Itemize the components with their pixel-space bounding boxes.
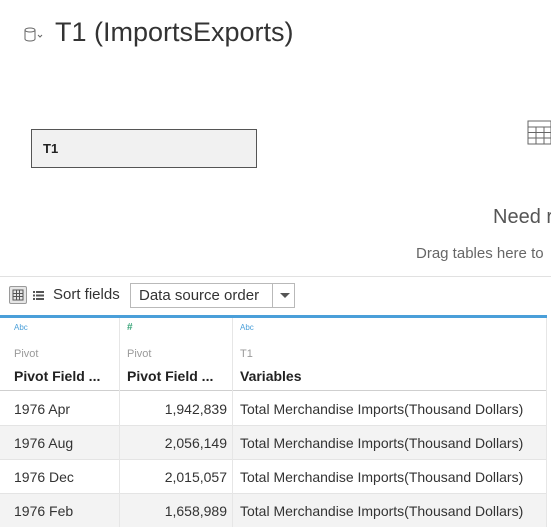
- table-cell: 2,056,149: [164, 435, 227, 451]
- table-cell: 2,015,057: [164, 469, 227, 485]
- table-cell: Total Merchandise Imports(Thousand Dolla…: [240, 469, 524, 485]
- table-pill-label: T1: [43, 141, 59, 156]
- header-divider: [0, 390, 547, 391]
- table-cell: Total Merchandise Imports(Thousand Dolla…: [240, 503, 524, 519]
- table-cell: 1976 Aug: [14, 435, 74, 451]
- table-grid-icon: [527, 120, 551, 145]
- column-header-3[interactable]: Abc: [240, 323, 254, 332]
- column-header-2[interactable]: #: [127, 322, 133, 333]
- column-name[interactable]: Variables: [240, 368, 302, 384]
- sort-order-value: Data source order: [139, 287, 260, 304]
- table-cell: 1,942,839: [164, 401, 227, 417]
- column-source-label: Pivot: [14, 348, 39, 360]
- column-separator[interactable]: [119, 318, 120, 527]
- table-pill-t1[interactable]: T1: [31, 129, 257, 168]
- grid-view-icon: [12, 289, 24, 301]
- column-header-1[interactable]: Abc: [14, 323, 28, 332]
- column-source-label: T1: [240, 348, 253, 360]
- column-name[interactable]: Pivot Field ...: [127, 368, 213, 384]
- sort-fields-label: Sort fields: [53, 286, 120, 303]
- row-divider: [0, 493, 547, 494]
- sort-order-dropdown[interactable]: Data source order: [130, 283, 295, 308]
- table-cell: Total Merchandise Imports(Thousand Dolla…: [240, 401, 524, 417]
- string-type-icon[interactable]: Abc: [240, 323, 254, 332]
- string-type-icon[interactable]: Abc: [14, 323, 28, 332]
- table-cell: 1976 Apr: [14, 401, 71, 417]
- row-divider: [0, 425, 547, 426]
- database-icon: [24, 27, 44, 43]
- column-separator[interactable]: [232, 318, 233, 527]
- table-cell: 1976 Feb: [14, 503, 74, 519]
- table-cell: Total Merchandise Imports(Thousand Dolla…: [240, 435, 524, 451]
- row-divider: [0, 459, 547, 460]
- grid-accent-line: [0, 315, 547, 318]
- table-cell: 1976 Dec: [14, 469, 74, 485]
- column-name[interactable]: Pivot Field ...: [14, 368, 100, 384]
- list-view-button[interactable]: [32, 288, 46, 302]
- list-view-icon: [33, 291, 44, 300]
- column-separator[interactable]: [546, 318, 547, 527]
- drag-tables-hint: Drag tables here to: [416, 245, 544, 262]
- grid-view-button[interactable]: [9, 286, 27, 304]
- number-type-icon[interactable]: #: [127, 322, 133, 333]
- dropdown-separator: [272, 284, 273, 307]
- page-title: T1 (ImportsExports): [55, 17, 294, 47]
- table-cell: 1,658,989: [164, 503, 227, 519]
- need-more-heading: Need r: [493, 206, 551, 228]
- chevron-down-icon[interactable]: [280, 293, 290, 298]
- toolbar-divider: [0, 276, 551, 277]
- column-source-label: Pivot: [127, 348, 152, 360]
